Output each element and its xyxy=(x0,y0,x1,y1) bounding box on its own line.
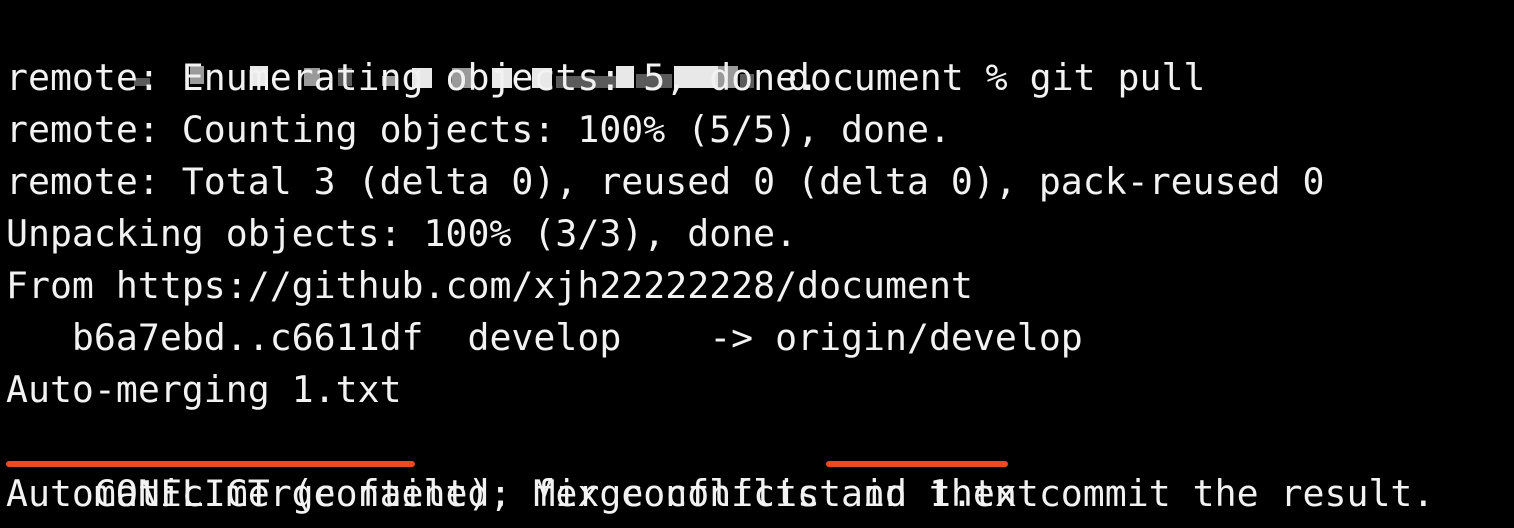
conflict-label-underline xyxy=(6,461,415,467)
output-line: remote: Counting objects: 100% (5/5), do… xyxy=(6,108,951,151)
prompt-command: document % git pull xyxy=(765,56,1206,99)
conflict-file-underline xyxy=(826,461,1008,467)
output-line: From https://github.com/xjh22222228/docu… xyxy=(6,264,973,307)
output-line: Automatic merge failed; fix conflicts an… xyxy=(6,472,1435,515)
output-line: remote: Enumerating objects: 5, done. xyxy=(6,56,820,99)
output-line: Unpacking objects: 100% (3/3), done. xyxy=(6,212,798,255)
output-line: b6a7ebd..c6611df develop -> origin/devel… xyxy=(6,316,1083,359)
prompt-line: document % git pull xyxy=(6,0,1205,99)
output-line: remote: Total 3 (delta 0), reused 0 (del… xyxy=(6,160,1325,203)
output-line: Auto-merging 1.txt xyxy=(6,368,402,411)
terminal-window[interactable]: document % git pull remote: Enumerating … xyxy=(0,0,1514,528)
